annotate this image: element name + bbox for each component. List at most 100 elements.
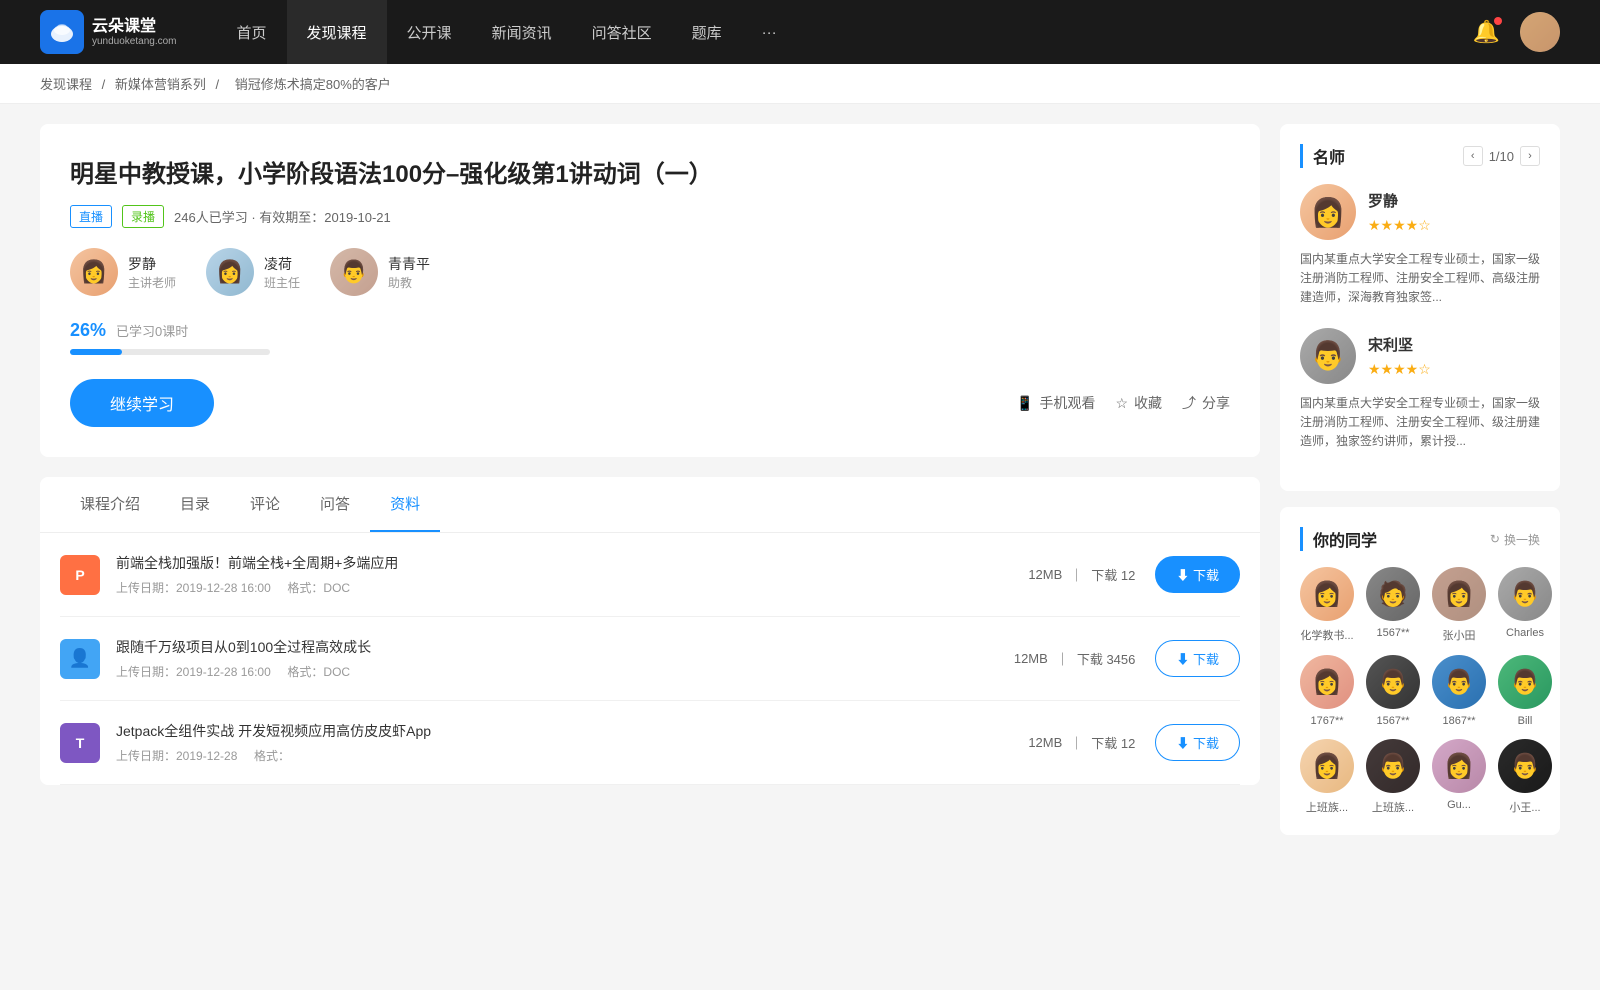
- download-button-2[interactable]: ⬇ 下载: [1155, 640, 1240, 677]
- course-title: 明星中教授课，小学阶段语法100分–强化级第1讲动词（一）: [70, 154, 1230, 189]
- tab-material[interactable]: 资料: [370, 477, 440, 532]
- classmate-avatar-8: 👨: [1498, 655, 1552, 709]
- file-list: P 前端全栈加强版！前端全栈+全周期+多端应用 上传日期：2019-12-28 …: [40, 533, 1260, 785]
- course-card: 明星中教授课，小学阶段语法100分–强化级第1讲动词（一） 直播 录播 246人…: [40, 124, 1260, 457]
- classmate-1[interactable]: 👩 化学教书...: [1300, 567, 1354, 643]
- classmate-6[interactable]: 👨 1567**: [1366, 655, 1420, 727]
- file-item-2: 👤 跟随千万级项目从0到100全过程高效成长 上传日期：2019-12-28 1…: [60, 617, 1240, 701]
- teacher-profile-name-1: 罗静: [1368, 190, 1431, 211]
- classmate-12[interactable]: 👨 小王...: [1498, 739, 1552, 815]
- classmate-name-10: 上班族...: [1372, 799, 1414, 815]
- download-button-1[interactable]: ⬇ 下载: [1155, 556, 1240, 593]
- pagination-current: 1/10: [1489, 149, 1514, 164]
- classmate-4[interactable]: 👨 Charles: [1498, 567, 1552, 643]
- file-meta-3: 上传日期：2019-12-28 格式：: [116, 747, 1028, 764]
- file-size-1: 12MB: [1028, 567, 1062, 582]
- teacher-name-2: 凌荷: [264, 254, 300, 274]
- teacher-role-3: 助教: [388, 274, 430, 291]
- mobile-view-button[interactable]: 📱 手机观看: [1016, 393, 1095, 413]
- classmate-name-7: 1867**: [1442, 715, 1475, 727]
- teacher-avatar-2: 👩: [206, 248, 254, 296]
- refresh-label: 换一换: [1504, 531, 1540, 548]
- navbar: 云朵课堂 yunduoketang.com 首页 发现课程 公开课 新闻资讯 问…: [0, 0, 1600, 64]
- teacher-profile-desc-2: 国内某重点大学安全工程专业硕士，国家一级注册消防工程师、注册安全工程师、级注册建…: [1300, 394, 1540, 452]
- teacher-profile-details-1: 罗静 ★★★★☆: [1368, 190, 1431, 234]
- pagination-prev[interactable]: ‹: [1463, 146, 1483, 166]
- progress-percentage: 26%: [70, 320, 106, 341]
- pagination-next[interactable]: ›: [1520, 146, 1540, 166]
- file-info-1: 前端全栈加强版！前端全栈+全周期+多端应用 上传日期：2019-12-28 16…: [116, 553, 1028, 596]
- collect-button[interactable]: ☆ 收藏: [1115, 393, 1162, 413]
- classmate-name-3: 张小田: [1443, 627, 1476, 643]
- classmate-7[interactable]: 👨 1867**: [1432, 655, 1486, 727]
- file-downloads-3: 下载 12: [1091, 733, 1135, 752]
- teacher-profile-top-1: 👩 罗静 ★★★★☆: [1300, 184, 1540, 240]
- teacher-profile-avatar-1: 👩: [1300, 184, 1356, 240]
- file-stats-3: 12MB ｜ 下载 12: [1028, 733, 1135, 752]
- download-button-3[interactable]: ⬇ 下载: [1155, 724, 1240, 761]
- nav-quiz[interactable]: 题库: [672, 0, 742, 64]
- nav-right: 🔔: [1473, 12, 1560, 52]
- classmate-name-9: 上班族...: [1306, 799, 1348, 815]
- breadcrumb-discover[interactable]: 发现课程: [40, 77, 92, 92]
- classmate-10[interactable]: 👨 上班族...: [1366, 739, 1420, 815]
- share-button[interactable]: ⤴ 分享: [1182, 393, 1230, 413]
- file-stats-2: 12MB ｜ 下载 3456: [1014, 649, 1136, 668]
- classmate-avatar-3: 👩: [1432, 567, 1486, 621]
- tab-catalog[interactable]: 目录: [160, 477, 230, 532]
- classmate-2[interactable]: 🧑 1567**: [1366, 567, 1420, 643]
- logo-subtitle: yunduoketang.com: [92, 36, 177, 47]
- collect-icon: ☆: [1115, 395, 1128, 412]
- file-name-3: Jetpack全组件实战 开发短视频应用高仿皮皮虾App: [116, 721, 1028, 741]
- nav-open[interactable]: 公开课: [387, 0, 472, 64]
- avatar-image: [1520, 12, 1560, 52]
- teacher-role-2: 班主任: [264, 274, 300, 291]
- nav-items: 首页 发现课程 公开课 新闻资讯 问答社区 题库 ···: [217, 0, 1473, 64]
- classmate-5[interactable]: 👩 1767**: [1300, 655, 1354, 727]
- teachers-side-card: 名师 ‹ 1/10 › 👩 罗静 ★★★★☆ 国内某重点大学安全工程专业硕士，国…: [1280, 124, 1560, 491]
- logo-icon: [40, 10, 84, 54]
- logo-brand: 云朵课堂: [92, 17, 177, 36]
- classmate-9[interactable]: 👩 上班族...: [1300, 739, 1354, 815]
- file-icon-2: 👤: [60, 639, 100, 679]
- refresh-button[interactable]: ↻ 换一换: [1490, 531, 1540, 548]
- breadcrumb-series[interactable]: 新媒体营销系列: [115, 77, 206, 92]
- classmate-8[interactable]: 👨 Bill: [1498, 655, 1552, 727]
- teacher-profile-2: 👨 宋利坚 ★★★★☆ 国内某重点大学安全工程专业硕士，国家一级注册消防工程师、…: [1300, 328, 1540, 452]
- classmate-name-1: 化学教书...: [1300, 627, 1353, 643]
- user-avatar[interactable]: [1520, 12, 1560, 52]
- logo[interactable]: 云朵课堂 yunduoketang.com: [40, 10, 177, 54]
- classmate-name-8: Bill: [1518, 715, 1533, 727]
- classmate-avatar-12: 👨: [1498, 739, 1552, 793]
- classmates-title: 你的同学: [1300, 527, 1377, 551]
- file-item-3: T Jetpack全组件实战 开发短视频应用高仿皮皮虾App 上传日期：2019…: [60, 701, 1240, 785]
- nav-more[interactable]: ···: [742, 0, 797, 64]
- share-icon: ⤴: [1182, 393, 1196, 413]
- tab-review[interactable]: 评论: [230, 477, 300, 532]
- file-downloads-1: 下载 12: [1091, 565, 1135, 584]
- teacher-info-3: 青青平 助教: [388, 254, 430, 291]
- classmate-3[interactable]: 👩 张小田: [1432, 567, 1486, 643]
- nav-qa[interactable]: 问答社区: [572, 0, 672, 64]
- mobile-label: 手机观看: [1039, 393, 1095, 413]
- course-meta: 246人已学习 · 有效期至：2019-10-21: [174, 207, 391, 226]
- classmate-name-6: 1567**: [1376, 715, 1409, 727]
- content-right: 名师 ‹ 1/10 › 👩 罗静 ★★★★☆ 国内某重点大学安全工程专业硕士，国…: [1280, 124, 1560, 851]
- continue-button[interactable]: 继续学习: [70, 379, 214, 427]
- tabs: 课程介绍 目录 评论 问答 资料: [40, 477, 1260, 533]
- course-tags: 直播 录播 246人已学习 · 有效期至：2019-10-21: [70, 205, 1230, 228]
- classmate-name-2: 1567**: [1376, 627, 1409, 639]
- nav-news[interactable]: 新闻资讯: [472, 0, 572, 64]
- file-downloads-2: 下载 3456: [1077, 649, 1136, 668]
- notification-bell-icon[interactable]: 🔔: [1473, 19, 1500, 45]
- teachers-pagination: ‹ 1/10 ›: [1463, 146, 1540, 166]
- teachers-card-header: 名师 ‹ 1/10 ›: [1300, 144, 1540, 168]
- teacher-2: 👩 凌荷 班主任: [206, 248, 300, 296]
- tab-intro[interactable]: 课程介绍: [60, 477, 160, 532]
- tab-qa[interactable]: 问答: [300, 477, 370, 532]
- main-container: 明星中教授课，小学阶段语法100分–强化级第1讲动词（一） 直播 录播 246人…: [0, 104, 1600, 871]
- classmate-11[interactable]: 👩 Gu...: [1432, 739, 1486, 815]
- nav-home[interactable]: 首页: [217, 0, 287, 64]
- action-buttons: 📱 手机观看 ☆ 收藏 ⤴ 分享: [1016, 393, 1230, 413]
- nav-discover[interactable]: 发现课程: [287, 0, 387, 64]
